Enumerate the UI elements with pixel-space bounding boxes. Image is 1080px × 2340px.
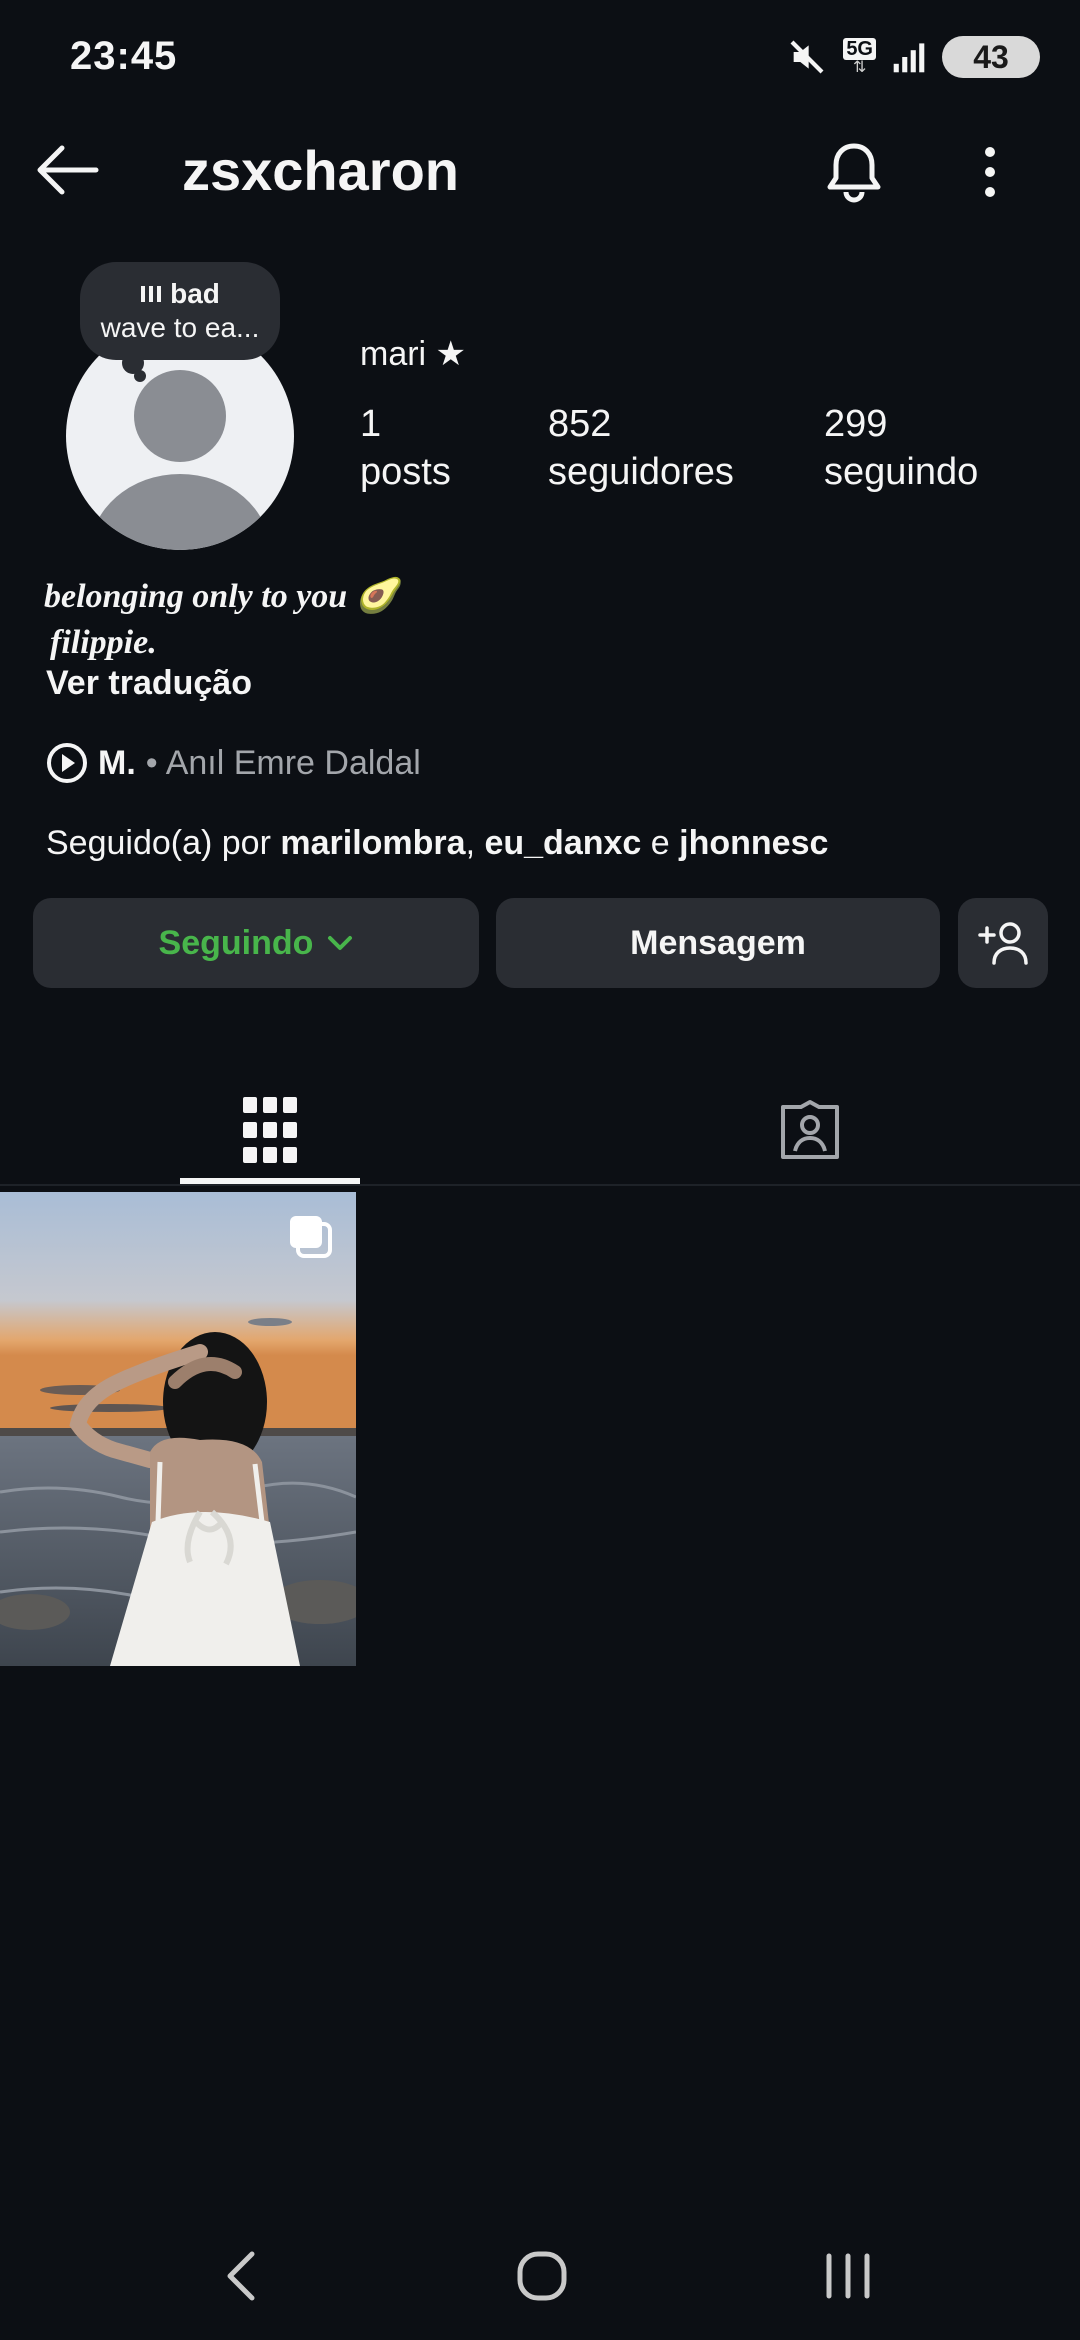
stat-followers[interactable]: 852 seguidores: [548, 400, 734, 496]
stat-following-count: 299: [824, 403, 888, 445]
system-recents-button[interactable]: [808, 2236, 888, 2316]
stat-following-label: seguindo: [824, 451, 979, 493]
home-circle-icon: [517, 2251, 567, 2301]
followed-by-user-3[interactable]: jhonnesc: [679, 824, 828, 862]
following-button-label: Seguindo: [158, 923, 314, 962]
tab-divider: [0, 1184, 1080, 1186]
chevron-down-icon: [328, 936, 353, 950]
add-user-icon: [978, 922, 1028, 965]
carousel-multiple-icon: [288, 1214, 334, 1260]
chevron-left-icon: [227, 2251, 255, 2301]
bio-line-2: filippie.: [50, 624, 157, 661]
stat-posts-count: 1: [360, 403, 382, 445]
grid-icon: [243, 1097, 297, 1163]
followed-by-separator: e: [641, 824, 680, 862]
mute-icon: [790, 40, 824, 74]
message-button-label: Mensagem: [630, 923, 806, 962]
more-vertical-icon: [985, 147, 995, 197]
stat-posts[interactable]: 1 posts: [360, 400, 451, 496]
battery-indicator: 43: [942, 36, 1040, 78]
note-bubble-tail-small: [134, 370, 146, 382]
followed-by[interactable]: Seguido(a) por marilombra, eu_danxc e jh…: [46, 824, 828, 863]
recents-icon: [826, 2253, 870, 2299]
stat-following[interactable]: 299 seguindo: [824, 400, 978, 496]
tab-tagged[interactable]: [720, 1080, 900, 1180]
followed-by-user-2[interactable]: eu_danxc: [484, 824, 641, 862]
music-artist: Anıl Emre Daldal: [165, 743, 421, 782]
notifications-button[interactable]: [818, 136, 890, 208]
see-translation-link[interactable]: Ver tradução: [46, 664, 252, 703]
back-button[interactable]: [32, 140, 102, 200]
bio: belonging only to you 🥑 filippie.: [44, 574, 398, 666]
music-bars-icon: [141, 286, 162, 302]
display-name: mari ★: [360, 335, 467, 373]
note-title: bad: [170, 278, 220, 309]
note-text: wave to ea...: [100, 312, 260, 343]
profile-music[interactable]: M. • Anıl Emre Daldal: [46, 742, 421, 784]
followed-by-prefix: Seguido(a) por: [46, 824, 281, 862]
stat-followers-count: 852: [548, 403, 612, 445]
post-image: [0, 1192, 356, 1666]
system-back-button[interactable]: [200, 2236, 280, 2316]
stat-posts-label: posts: [360, 451, 451, 493]
bell-icon: [827, 143, 881, 203]
status-icons: 5G ⇅ 43: [787, 36, 1040, 78]
music-separator: •: [145, 743, 158, 782]
tab-posts-grid[interactable]: [180, 1080, 360, 1180]
system-home-button[interactable]: [502, 2236, 582, 2316]
stat-followers-label: seguidores: [548, 451, 734, 493]
signal-icon: [893, 43, 925, 73]
following-button[interactable]: Seguindo: [33, 898, 479, 988]
music-song: M.: [98, 743, 136, 782]
network-5g-icon: 5G ⇅: [843, 38, 876, 76]
followed-by-separator: ,: [465, 824, 485, 862]
network-label: 5G: [843, 38, 876, 60]
profile-username: zsxcharon: [182, 139, 459, 202]
more-options-button[interactable]: [960, 136, 1020, 208]
post-thumbnail[interactable]: [0, 1192, 356, 1666]
status-time: 23:45: [70, 34, 178, 78]
note-bubble[interactable]: bad wave to ea...: [80, 262, 280, 360]
play-circle-icon: [47, 743, 87, 783]
tagged-person-icon: [781, 1100, 839, 1159]
add-user-button[interactable]: [958, 898, 1048, 988]
bio-line-1: belonging only to you 🥑: [44, 578, 399, 615]
arrow-left-icon: [37, 145, 99, 195]
message-button[interactable]: Mensagem: [496, 898, 940, 988]
followed-by-user-1[interactable]: marilombra: [280, 824, 465, 862]
